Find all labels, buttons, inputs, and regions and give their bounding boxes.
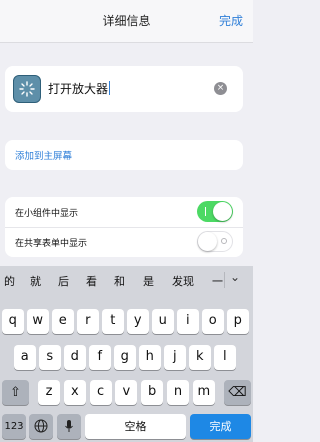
page-title: 详细信息 (102, 14, 151, 28)
off-mark-icon (221, 238, 227, 244)
keyboard: 的 就 后 看 和 是 发现 一 ⌄ qwertyuiop asdfghjkl … (0, 266, 253, 442)
keyboard-done-key[interactable]: 完成 (190, 414, 251, 439)
sparkle-icon (19, 81, 35, 97)
globe-key[interactable] (29, 414, 53, 439)
globe-icon (34, 419, 48, 433)
share-sheet-toggle-switch[interactable] (197, 231, 233, 252)
key-n[interactable]: n (167, 380, 189, 405)
clear-text-icon[interactable]: × (214, 82, 227, 95)
candidate-bar: 的 就 后 看 和 是 发现 一 ⌄ (0, 266, 253, 294)
key-e[interactable]: e (52, 309, 74, 334)
key-v[interactable]: v (115, 380, 138, 405)
add-to-home-link[interactable]: 添加到主屏幕 (15, 148, 72, 162)
key-g[interactable]: g (114, 345, 136, 370)
share-sheet-toggle-row: 在共享表单中显示 (5, 227, 243, 257)
shortcut-name-card: 打开放大器 × (5, 66, 243, 112)
candidate-word[interactable]: 后 (58, 273, 69, 289)
key-x[interactable]: x (63, 380, 86, 405)
widget-toggle-label: 在小组件中显示 (15, 209, 79, 219)
key-q[interactable]: q (2, 309, 24, 334)
candidate-word[interactable]: 一 (212, 273, 223, 289)
key-r[interactable]: r (77, 309, 99, 334)
mic-icon (65, 420, 73, 432)
on-mark-icon (205, 207, 206, 216)
share-sheet-toggle-label: 在共享表单中显示 (15, 239, 88, 249)
chevron-down-icon[interactable]: ⌄ (230, 270, 240, 284)
key-h[interactable]: h (139, 345, 161, 370)
candidate-word[interactable]: 就 (30, 273, 41, 289)
key-s[interactable]: s (39, 345, 61, 370)
add-to-home-card: 添加到主屏幕 (5, 140, 243, 170)
candidate-word[interactable]: 看 (86, 273, 97, 289)
candidate-divider (224, 272, 225, 288)
switch-knob (213, 202, 232, 221)
key-m[interactable]: m (192, 380, 215, 405)
widget-toggle-switch[interactable] (197, 201, 233, 222)
widget-toggle-row: 在小组件中显示 (5, 197, 243, 228)
key-u[interactable]: u (152, 309, 174, 334)
key-w[interactable]: w (27, 309, 49, 334)
candidate-word[interactable]: 和 (114, 273, 125, 289)
candidate-word[interactable]: 发现 (172, 273, 194, 289)
key-y[interactable]: y (127, 309, 149, 334)
switch-knob (198, 232, 217, 251)
key-i[interactable]: i (177, 309, 199, 334)
key-t[interactable]: t (102, 309, 124, 334)
shortcut-name-value: 打开放大器 (48, 82, 109, 96)
shift-key[interactable]: ⇧ (2, 380, 29, 405)
key-d[interactable]: d (64, 345, 86, 370)
toggle-settings-card: 在小组件中显示 在共享表单中显示 (5, 197, 243, 257)
key-o[interactable]: o (202, 309, 224, 334)
key-j[interactable]: j (164, 345, 186, 370)
key-c[interactable]: c (89, 380, 112, 405)
key-f[interactable]: f (89, 345, 111, 370)
candidate-word[interactable]: 是 (143, 273, 154, 289)
key-l[interactable]: l (214, 345, 236, 370)
space-key[interactable]: 空格 (85, 414, 186, 439)
mic-key[interactable] (57, 414, 81, 439)
shortcut-name-field[interactable]: 打开放大器 (48, 80, 111, 97)
text-cursor (109, 81, 111, 95)
nav-bar: 详细信息 完成 (0, 0, 253, 43)
key-p[interactable]: p (227, 309, 249, 334)
key-b[interactable]: b (141, 380, 164, 405)
key-a[interactable]: a (14, 345, 36, 370)
done-button[interactable]: 完成 (219, 12, 243, 29)
key-k[interactable]: k (189, 345, 211, 370)
delete-key[interactable]: ⌫ (224, 380, 251, 405)
numbers-key[interactable]: 123 (2, 414, 26, 439)
key-z[interactable]: z (38, 380, 60, 405)
candidate-word[interactable]: 的 (4, 273, 15, 289)
magnifier-app-icon[interactable] (13, 75, 41, 103)
